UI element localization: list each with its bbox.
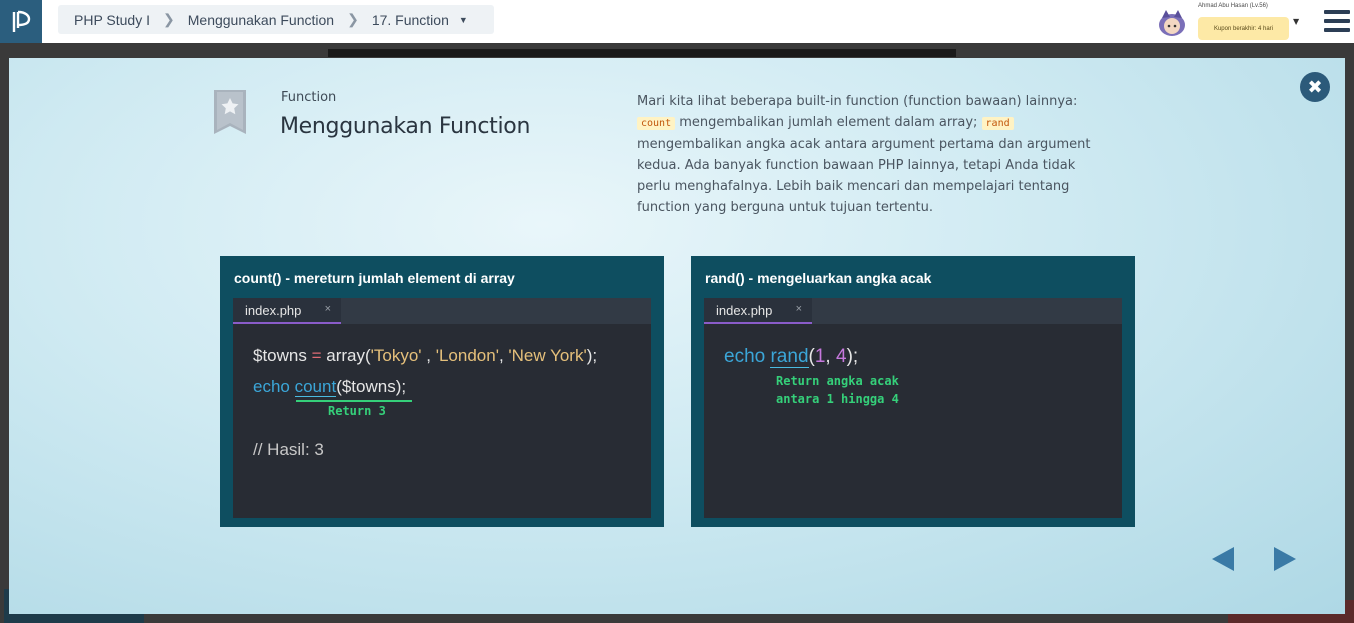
code-token: $towns bbox=[253, 346, 307, 365]
code-card-rand: rand() - mengeluarkan angka acak index.p… bbox=[691, 256, 1135, 527]
menu-bar bbox=[1324, 19, 1350, 23]
code-token: 4 bbox=[835, 346, 847, 367]
description-text: mengembalikan jumlah element dalam array… bbox=[675, 115, 982, 130]
inline-code: rand bbox=[981, 117, 1014, 130]
lesson-category: Function bbox=[281, 90, 337, 105]
code-token: array( bbox=[326, 346, 371, 365]
chevron-down-icon[interactable]: ▼ bbox=[1293, 17, 1299, 26]
lesson-slide-modal: ✖ Function Menggunakan Function Mari kit… bbox=[9, 58, 1345, 614]
breadcrumb-course[interactable]: PHP Study I bbox=[74, 12, 150, 28]
code-line: $towns = array('Tokyo' , 'London', 'New … bbox=[253, 346, 597, 366]
breadcrumb: PHP Study I ❯ Menggunakan Function ❯ 17.… bbox=[58, 5, 494, 34]
breadcrumb-chapter[interactable]: Menggunakan Function bbox=[188, 12, 334, 28]
code-line: echo rand(1, 4); bbox=[724, 346, 858, 368]
chevron-down-icon[interactable]: ▼ bbox=[459, 15, 468, 25]
code-token: = bbox=[306, 346, 327, 365]
menu-bar bbox=[1324, 10, 1350, 14]
previous-slide-button[interactable] bbox=[1212, 547, 1234, 571]
close-icon: ✖ bbox=[1307, 76, 1323, 98]
description-text: mengembalikan angka acak antara argument… bbox=[637, 137, 1091, 215]
file-tab-label: index.php bbox=[716, 303, 773, 318]
file-tab-label: index.php bbox=[245, 303, 302, 318]
user-menu[interactable]: Ahmad Abu Hasan (Lv.56) Kupon berakhir: … bbox=[1156, 2, 1306, 42]
code-line: echo count($towns); bbox=[253, 377, 406, 397]
card-title: rand() - mengeluarkan angka acak bbox=[705, 270, 932, 286]
close-icon[interactable]: × bbox=[796, 303, 802, 315]
user-name: Ahmad Abu Hasan (Lv.56) bbox=[1198, 3, 1268, 9]
code-editor: index.php × $towns = array('Tokyo' , 'Lo… bbox=[233, 298, 651, 518]
card-title: count() - mereturn jumlah element di arr… bbox=[234, 270, 515, 286]
next-slide-button[interactable] bbox=[1274, 547, 1296, 571]
annotation-note: Return 3 bbox=[328, 404, 386, 418]
code-token: , bbox=[825, 346, 836, 367]
code-token: ); bbox=[846, 346, 859, 367]
code-token: ($towns); bbox=[336, 377, 407, 396]
bookmark-icon[interactable] bbox=[214, 90, 246, 134]
code-token: echo bbox=[724, 346, 771, 367]
menu-bar bbox=[1324, 28, 1350, 32]
coupon-badge: Kupon berakhir: 4 hari bbox=[1198, 17, 1289, 40]
close-button[interactable]: ✖ bbox=[1300, 72, 1330, 102]
code-token: 'London' bbox=[435, 346, 499, 365]
chevron-right-icon: ❯ bbox=[163, 11, 175, 27]
code-token: 'New York' bbox=[508, 346, 587, 365]
editor-tab-bar: index.php × bbox=[704, 298, 1122, 324]
code-token: 1 bbox=[814, 346, 826, 367]
code-token: 'Tokyo' bbox=[370, 346, 422, 365]
code-area: echo rand(1, 4); Return angka acak antar… bbox=[704, 324, 1122, 518]
inline-code: count bbox=[637, 117, 676, 130]
code-editor: index.php × echo rand(1, 4); Return angk… bbox=[704, 298, 1122, 518]
page-title: Menggunakan Function bbox=[280, 114, 531, 139]
code-comment: // Hasil: 3 bbox=[253, 440, 324, 459]
annotation-note: antara 1 hingga 4 bbox=[776, 392, 899, 406]
code-card-count: count() - mereturn jumlah element di arr… bbox=[220, 256, 664, 527]
code-token: , bbox=[421, 346, 436, 365]
file-tab[interactable]: index.php × bbox=[233, 298, 341, 324]
code-token: ); bbox=[586, 346, 598, 365]
code-token: rand bbox=[770, 346, 809, 368]
lesson-description: Mari kita lihat beberapa built-in functi… bbox=[637, 91, 1107, 218]
file-tab[interactable]: index.php × bbox=[704, 298, 812, 324]
logo-icon[interactable] bbox=[0, 0, 42, 43]
editor-tab-bar: index.php × bbox=[233, 298, 651, 324]
close-icon[interactable]: × bbox=[325, 303, 331, 315]
top-bar: PHP Study I ❯ Menggunakan Function ❯ 17.… bbox=[0, 0, 1354, 43]
chevron-right-icon: ❯ bbox=[347, 11, 359, 27]
code-token: , bbox=[498, 346, 509, 365]
code-token: echo bbox=[253, 377, 295, 396]
avatar[interactable] bbox=[1156, 8, 1188, 38]
annotation-note: Return angka acak bbox=[776, 374, 899, 388]
code-area: $towns = array('Tokyo' , 'London', 'New … bbox=[233, 324, 651, 518]
background-video-strip bbox=[328, 49, 956, 57]
breadcrumb-lesson[interactable]: 17. Function bbox=[372, 12, 449, 28]
hamburger-menu-button[interactable] bbox=[1324, 10, 1350, 32]
description-text: Mari kita lihat beberapa built-in functi… bbox=[637, 94, 1078, 109]
code-token: count bbox=[294, 377, 337, 397]
